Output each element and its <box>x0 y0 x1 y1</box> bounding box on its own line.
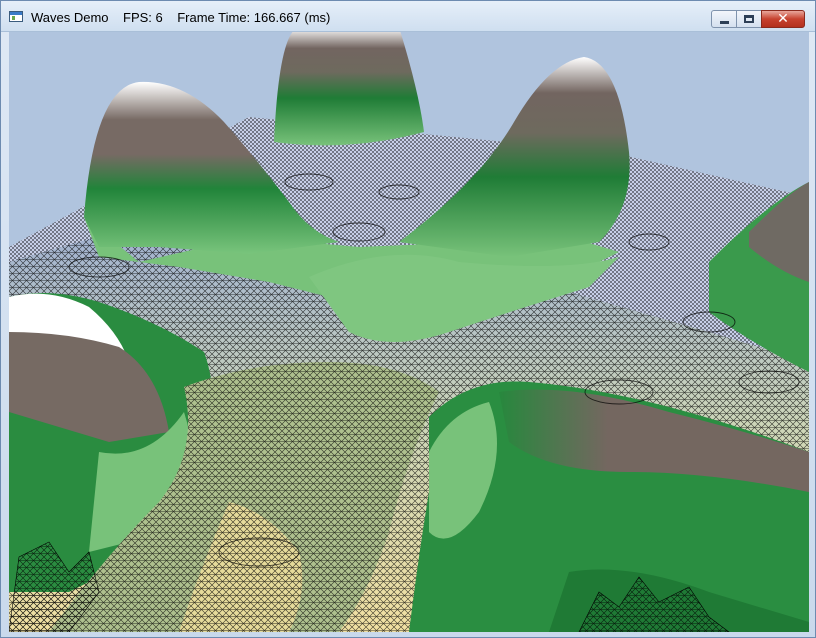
caption-buttons: ✕ <box>711 10 805 28</box>
minimize-button[interactable] <box>711 10 737 28</box>
app-window-icon[interactable] <box>9 11 23 22</box>
fps-readout: FPS: 6 <box>123 10 163 25</box>
title-bar[interactable]: Waves Demo FPS: 6 Frame Time: 166.667 (m… <box>1 1 815 32</box>
close-button[interactable]: ✕ <box>761 10 805 28</box>
peak-center <box>274 32 424 146</box>
app-name: Waves Demo <box>31 10 109 25</box>
maximize-button[interactable] <box>736 10 762 28</box>
frame-time-readout: Frame Time: 166.667 (ms) <box>177 10 331 25</box>
app-window: Waves Demo FPS: 6 Frame Time: 166.667 (m… <box>0 0 816 638</box>
minimize-icon <box>719 20 729 24</box>
maximize-icon <box>744 15 754 23</box>
terrain-scene <box>9 32 809 632</box>
render-viewport[interactable] <box>9 32 809 632</box>
close-icon: ✕ <box>777 11 789 27</box>
window-title: Waves Demo FPS: 6 Frame Time: 166.667 (m… <box>31 11 330 25</box>
